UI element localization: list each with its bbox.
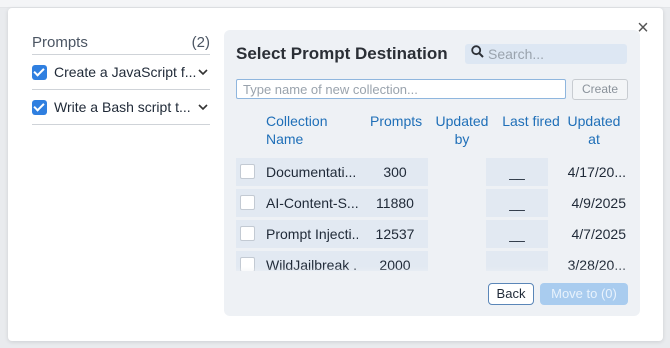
last-fired: __: [509, 164, 525, 180]
updated-at: 4/7/2025: [571, 226, 627, 242]
prompt-label: Create a JavaScript f...: [54, 64, 196, 80]
collection-name: Prompt Injecti...: [266, 226, 358, 242]
row-checkbox[interactable]: [240, 164, 255, 179]
background-page: [0, 0, 670, 8]
prompts-title: Prompts: [32, 33, 88, 51]
column-header-last-fired[interactable]: Last fired: [498, 112, 564, 130]
create-button[interactable]: Create: [572, 79, 628, 100]
back-button[interactable]: Back: [488, 283, 534, 305]
collection-name: Documentati...: [266, 164, 357, 180]
destination-panel: Select Prompt Destination Create Collect…: [224, 30, 640, 316]
row-checkbox[interactable]: [240, 226, 255, 241]
column-header-prompts[interactable]: Prompts: [370, 112, 430, 130]
table-row[interactable]: Prompt Injecti... 12537 __ 4/7/2025: [236, 220, 628, 248]
last-fired: __: [509, 195, 525, 211]
updated-at: 4/17/20...: [567, 164, 626, 180]
prompt-count: 300: [383, 164, 407, 180]
prompt-checkbox[interactable]: [32, 64, 47, 80]
list-item: Create a JavaScript f...: [32, 55, 210, 90]
search-input[interactable]: [488, 46, 618, 62]
scroll-fade: [224, 267, 640, 277]
column-header-name[interactable]: Collection Name: [266, 112, 346, 148]
new-collection-input[interactable]: [236, 79, 566, 99]
table-row[interactable]: Documentati... 300 __ 4/17/20...: [236, 158, 628, 186]
updated-at: 4/9/2025: [571, 195, 627, 211]
column-header-updated-at[interactable]: Updated at: [566, 112, 622, 148]
chevron-down-icon[interactable]: [196, 68, 210, 76]
collection-name: AI-Content-S...: [266, 195, 358, 211]
table-row[interactable]: AI-Content-S... 11880 __ 4/9/2025: [236, 189, 628, 217]
row-checkbox[interactable]: [240, 195, 255, 210]
search-icon: [471, 45, 484, 63]
prompts-header: Prompts (2): [32, 30, 210, 55]
prompt-label: Write a Bash script t...: [54, 99, 191, 115]
search-box[interactable]: [465, 44, 627, 64]
prompt-count: 12537: [375, 226, 415, 242]
selected-prompts-list: Prompts (2) Create a JavaScript f... Wri…: [32, 30, 210, 125]
move-to-button[interactable]: Move to (0): [540, 283, 628, 305]
list-item: Write a Bash script t...: [32, 90, 210, 125]
prompt-count: 11880: [376, 195, 414, 211]
panel-title: Select Prompt Destination: [236, 44, 448, 63]
chevron-down-icon[interactable]: [196, 103, 210, 111]
column-header-updated-by[interactable]: Updated by: [434, 112, 490, 148]
last-fired: __: [509, 226, 525, 242]
prompts-count: (2): [191, 33, 210, 51]
prompt-checkbox[interactable]: [32, 99, 47, 115]
